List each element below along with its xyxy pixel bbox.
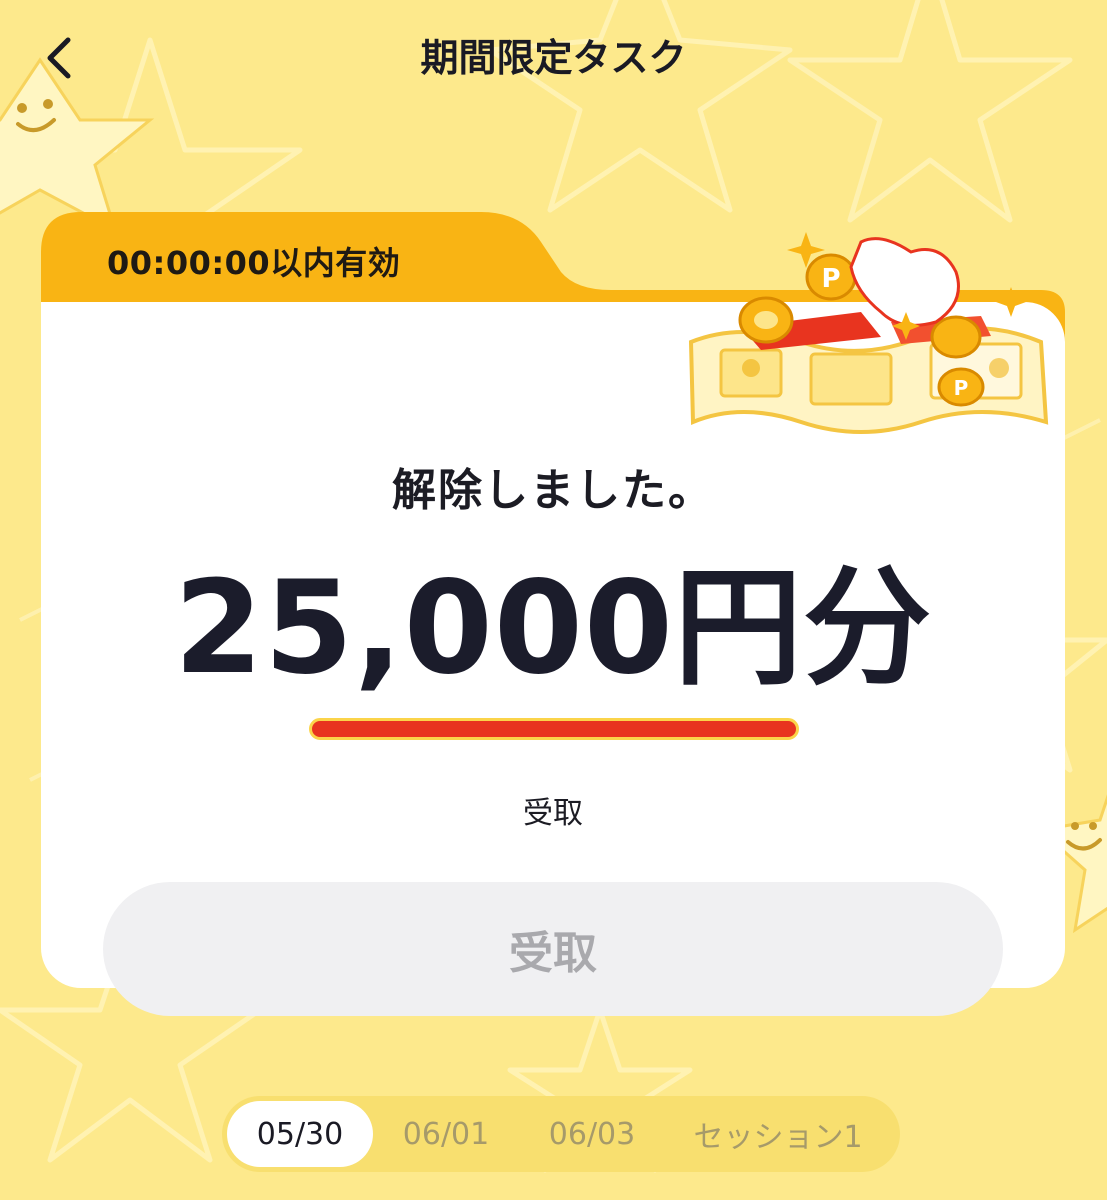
- unlocked-status: 解除しました。: [392, 465, 714, 516]
- receive-button[interactable]: 受取: [103, 882, 1003, 1016]
- tab-date-0603[interactable]: 06/03: [519, 1101, 665, 1167]
- task-card: 00:00:00以内有効 P P 解除しました。 25,000円分 受取 受取: [41, 212, 1065, 1016]
- tab-date-0601[interactable]: 06/01: [373, 1101, 519, 1167]
- date-tabs: 05/30 06/01 06/03 セッション1: [222, 1096, 900, 1172]
- validity-timer: 00:00:00以内有効: [107, 244, 401, 282]
- task-card-body: P P 解除しました。 25,000円分 受取 受取: [41, 232, 1065, 1016]
- progress-bar: [309, 718, 799, 740]
- page-title: 期間限定タスク: [420, 36, 687, 80]
- coins-money-illustration: P P: [688, 232, 1049, 434]
- svg-text:P: P: [954, 376, 969, 400]
- tab-session-1[interactable]: セッション1: [665, 1101, 891, 1167]
- svg-text:P: P: [821, 264, 840, 294]
- reward-amount: 25,000円分: [174, 554, 932, 703]
- tab-date-0530[interactable]: 05/30: [227, 1101, 373, 1167]
- receive-label: 受取: [523, 796, 583, 831]
